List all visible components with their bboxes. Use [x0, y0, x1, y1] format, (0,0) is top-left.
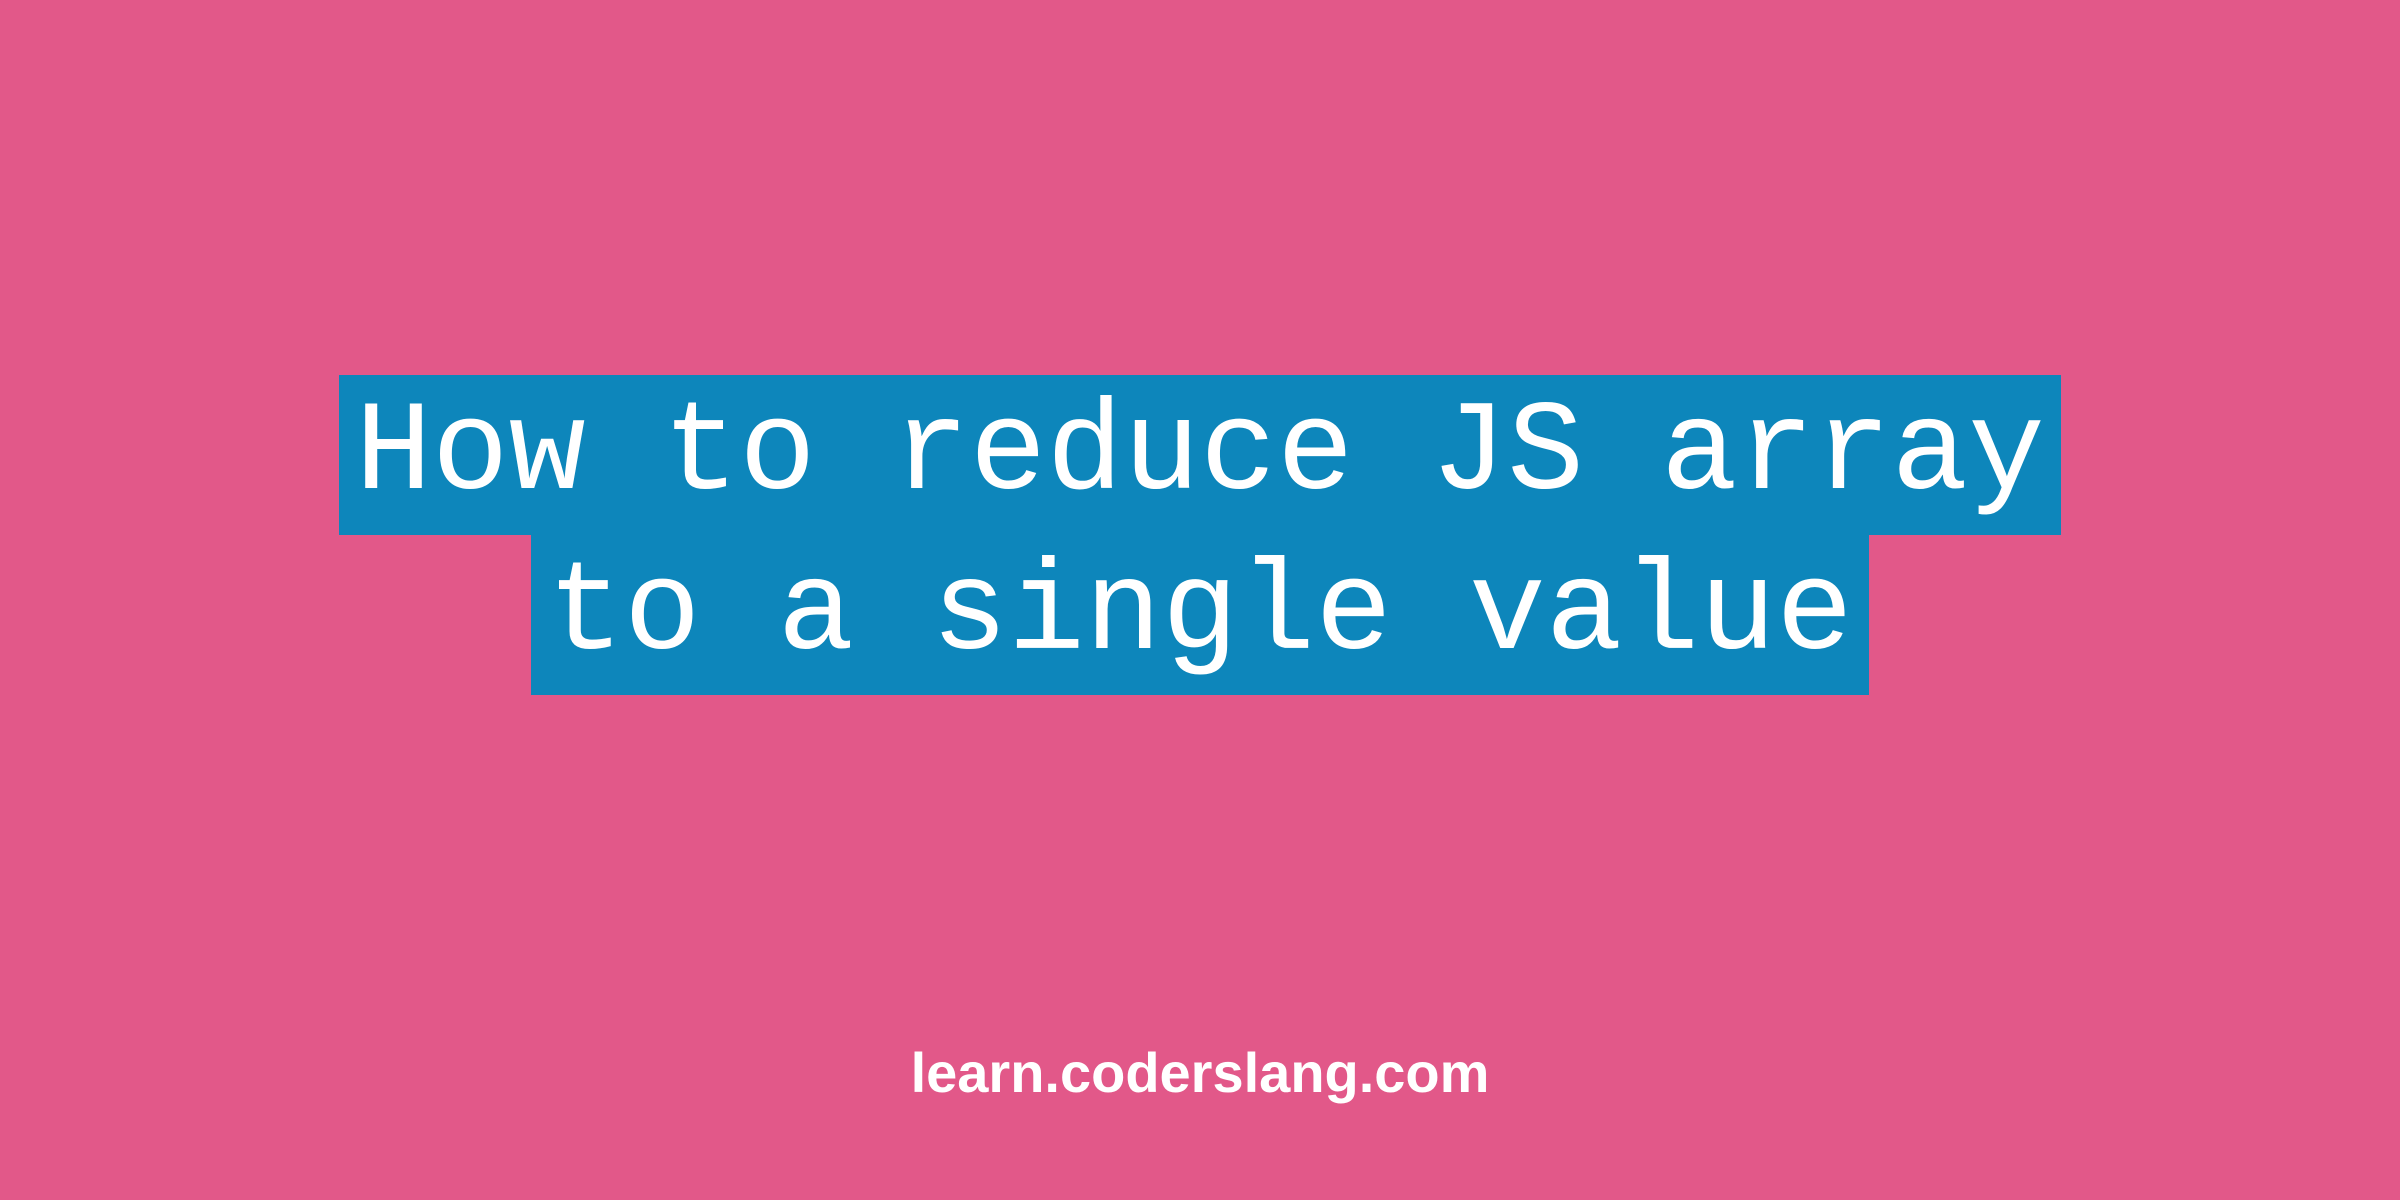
title-line-1: How to reduce JS array [339, 375, 2061, 535]
title-container: How to reduce JS array to a single value [339, 375, 2061, 695]
footer-text: learn.coderslang.com [0, 1040, 2400, 1105]
title-line-2: to a single value [531, 535, 1869, 695]
